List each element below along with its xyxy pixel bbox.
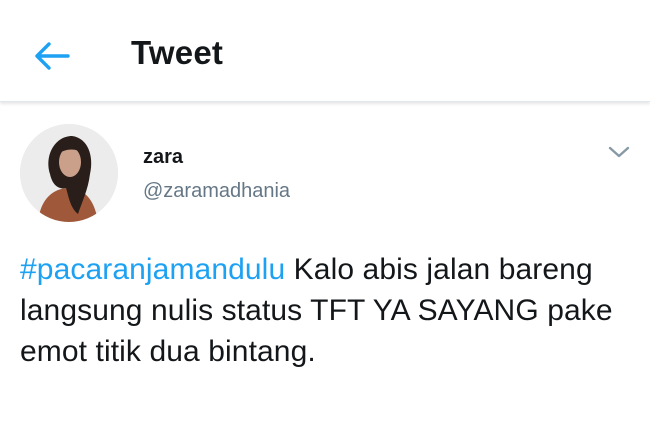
tweet-menu-button[interactable] bbox=[605, 140, 633, 164]
top-bar: Tweet bbox=[0, 0, 650, 102]
hashtag-link[interactable]: #pacaranjamandulu bbox=[20, 253, 285, 286]
user-avatar-image bbox=[20, 124, 118, 222]
author-display-name[interactable]: zara bbox=[143, 146, 183, 169]
author-handle[interactable]: @zaramadhania bbox=[143, 180, 290, 203]
chevron-down-icon bbox=[608, 146, 630, 158]
avatar[interactable] bbox=[20, 124, 118, 222]
tweet-text: #pacaranjamandulu Kalo abis jalan bareng… bbox=[20, 249, 635, 372]
arrow-left-icon bbox=[35, 42, 70, 70]
page-title: Tweet bbox=[131, 34, 224, 71]
back-button[interactable] bbox=[30, 34, 74, 78]
